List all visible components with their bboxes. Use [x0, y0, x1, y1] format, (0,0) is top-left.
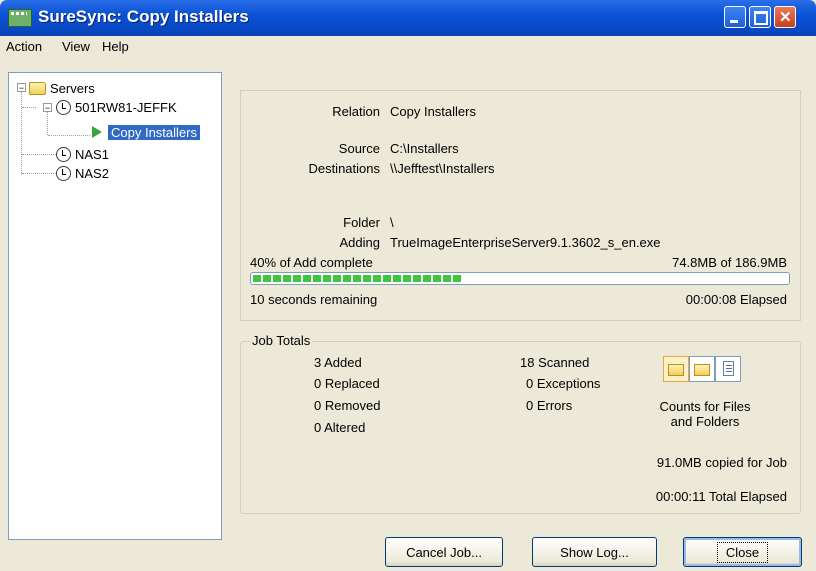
- copied-total: 91.0MB copied for Job: [656, 455, 787, 470]
- relation-value: Copy Installers: [390, 104, 476, 119]
- progress-size: 74.8MB of 186.9MB: [672, 255, 787, 270]
- job-totals-title: Job Totals: [250, 333, 313, 348]
- play-icon: [92, 126, 102, 138]
- tree-item-server[interactable]: NAS2: [56, 164, 109, 182]
- maximize-button[interactable]: [749, 6, 771, 28]
- folder-value: \: [390, 215, 394, 230]
- document-icon: [723, 361, 734, 376]
- clock-icon: [56, 99, 71, 115]
- total-elapsed: 00:00:11 Total Elapsed: [655, 489, 787, 504]
- clock-icon: [56, 165, 71, 181]
- tree-collapse-toggle[interactable]: −: [43, 103, 52, 113]
- counts-caption-line1: Counts for Files: [659, 399, 751, 414]
- relation-label: Relation: [332, 104, 380, 119]
- added-count: 3 Added: [314, 355, 362, 370]
- tree-item-label: NAS2: [75, 165, 109, 181]
- progress-bar: [250, 272, 790, 285]
- errors-count: 0 Errors: [526, 398, 573, 413]
- tree-item-server[interactable]: NAS1: [56, 145, 109, 163]
- progress-status: 40% of Add complete: [250, 255, 373, 270]
- progress-fill: [253, 275, 461, 282]
- folder-icon: [668, 364, 684, 376]
- adding-label: Adding: [339, 235, 380, 250]
- close-button-label: Close: [716, 541, 769, 563]
- source-label: Source: [338, 141, 380, 156]
- window-title: SureSync: Copy Installers: [38, 7, 249, 26]
- show-log-button[interactable]: Show Log...: [532, 537, 657, 567]
- cancel-job-button[interactable]: Cancel Job...: [385, 537, 503, 567]
- source-value: C:\Installers: [390, 141, 459, 156]
- tree-item-job[interactable]: Copy Installers: [92, 123, 200, 141]
- destinations-label: Destinations: [308, 161, 380, 176]
- count-mode-toggle: [663, 356, 747, 384]
- time-remaining: 10 seconds remaining: [250, 292, 378, 307]
- destinations-value: \\Jefftest\Installers: [390, 161, 495, 176]
- scanned-count: 18 Scanned: [520, 355, 590, 370]
- close-button[interactable]: Close: [683, 537, 802, 567]
- folders-toggle[interactable]: [689, 356, 715, 382]
- altered-count: 0 Altered: [314, 420, 366, 435]
- exceptions-count: 0 Exceptions: [526, 376, 601, 391]
- tree-item-label: 501RW81-JEFFK: [75, 99, 177, 115]
- files-toggle[interactable]: [715, 356, 741, 382]
- tree-item-label: NAS1: [75, 146, 109, 162]
- folder-icon: [694, 364, 710, 376]
- counts-caption-line2: and Folders: [670, 414, 740, 429]
- tree-item-server[interactable]: 501RW81-JEFFK: [56, 98, 177, 116]
- replaced-count: 0 Replaced: [314, 376, 380, 391]
- tree-item-servers[interactable]: Servers: [29, 79, 95, 97]
- menu-action[interactable]: Action: [6, 39, 42, 54]
- title-bar[interactable]: SureSync: Copy Installers: [0, 0, 816, 36]
- minimize-button[interactable]: [724, 6, 746, 28]
- app-icon: [8, 9, 32, 27]
- folder-label: Folder: [343, 215, 380, 230]
- removed-count: 0 Removed: [314, 398, 381, 413]
- close-window-button[interactable]: [774, 6, 796, 28]
- menu-bar: Action View Help: [4, 36, 812, 58]
- tree-item-label: Servers: [50, 80, 95, 96]
- folder-icon: [29, 81, 46, 95]
- adding-value: TrueImageEnterpriseServer9.1.3602_s_en.e…: [390, 235, 661, 250]
- elapsed-time: 00:00:08 Elapsed: [685, 292, 787, 307]
- menu-help[interactable]: Help: [102, 39, 129, 54]
- tree-item-label: Copy Installers: [108, 124, 200, 140]
- tree-collapse-toggle[interactable]: −: [17, 83, 26, 93]
- server-tree[interactable]: − Servers − 501RW81-JEFFK Copy Installer…: [8, 72, 222, 540]
- menu-view[interactable]: View: [62, 39, 90, 54]
- job-detail-panel: [240, 90, 801, 321]
- files-and-folders-toggle[interactable]: [663, 356, 689, 382]
- clock-icon: [56, 146, 71, 162]
